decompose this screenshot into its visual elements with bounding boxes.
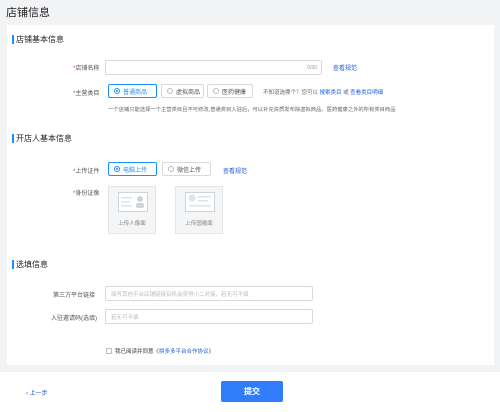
- shop-name-spec-link[interactable]: 查看规范: [333, 63, 357, 72]
- category-option-medical[interactable]: 医药健康: [207, 84, 253, 98]
- section-title-optional: 选填信息: [12, 260, 48, 269]
- section-title-owner: 开店人基本信息: [12, 134, 72, 143]
- third-party-label: 第三方平台链接: [53, 293, 96, 299]
- chevron-left-icon: ‹: [26, 391, 28, 397]
- agreement-checkbox[interactable]: [106, 348, 112, 354]
- search-category-link[interactable]: 搜索类目: [320, 90, 342, 96]
- submit-button[interactable]: 提交: [221, 381, 283, 402]
- third-party-input[interactable]: 填写其他平台店铺链接有机会获得小二对接，若无可不填: [105, 286, 313, 301]
- category-option-normal[interactable]: 普通商品: [108, 84, 157, 98]
- id-card-portrait-icon: [118, 192, 148, 212]
- upload-spec-link[interactable]: 查看规范: [223, 166, 247, 175]
- agreement-text: 我已阅读并同意《拼多多平台合作协议》: [115, 349, 215, 355]
- radio-checked-icon: [114, 166, 120, 172]
- id-back-caption: 上传国徽面: [185, 221, 213, 227]
- page-title: 店铺信息: [6, 6, 50, 19]
- upload-method-label: *上传证件: [73, 169, 100, 175]
- invite-code-input[interactable]: 若无可不填: [105, 309, 313, 324]
- category-hint: 一个店铺只能选择一个主营类目且不可修改,普通类目入驻后，可以补充资质发布除虚拟商…: [108, 107, 396, 113]
- shop-name-input[interactable]: 0/30: [105, 60, 322, 75]
- footer-bar: ‹ 上一步 提交: [0, 372, 500, 412]
- category-label: *主营类目: [73, 91, 100, 97]
- id-card-emblem-icon: [185, 192, 215, 212]
- shop-name-counter: 0/30: [307, 65, 317, 71]
- form-card: 店铺基本信息 *店铺名称 0/30 查看规范 *主营类目 普通商品 虚拟商品 医…: [7, 25, 494, 365]
- agreement-link[interactable]: 《拼多多平台合作协议》: [154, 349, 215, 355]
- radio-icon: [168, 166, 174, 172]
- category-detail-link[interactable]: 查看类目明细: [350, 90, 383, 96]
- id-back-upload[interactable]: 上传国徽面: [175, 186, 223, 234]
- radio-icon: [167, 88, 173, 94]
- radio-checked-icon: [114, 88, 120, 94]
- id-front-caption: 上传人像面: [118, 221, 146, 227]
- category-option-virtual[interactable]: 虚拟商品: [161, 84, 204, 98]
- section-title-basic: 店铺基本信息: [12, 35, 64, 44]
- shop-name-label: *店铺名称: [73, 66, 100, 72]
- invite-code-label: 入驻邀请码(选填): [51, 316, 97, 322]
- id-front-upload[interactable]: 上传人像面: [108, 186, 156, 234]
- category-tip: 不知道选哪个？您可以 搜索类目 或 查看类目明细: [263, 90, 384, 96]
- upload-option-wechat[interactable]: 微信上传: [162, 162, 211, 176]
- id-card-label: *身份证像: [73, 191, 100, 197]
- back-button[interactable]: ‹ 上一步: [26, 388, 48, 397]
- radio-icon: [213, 88, 219, 94]
- upload-option-computer[interactable]: 电脑上传: [108, 162, 157, 176]
